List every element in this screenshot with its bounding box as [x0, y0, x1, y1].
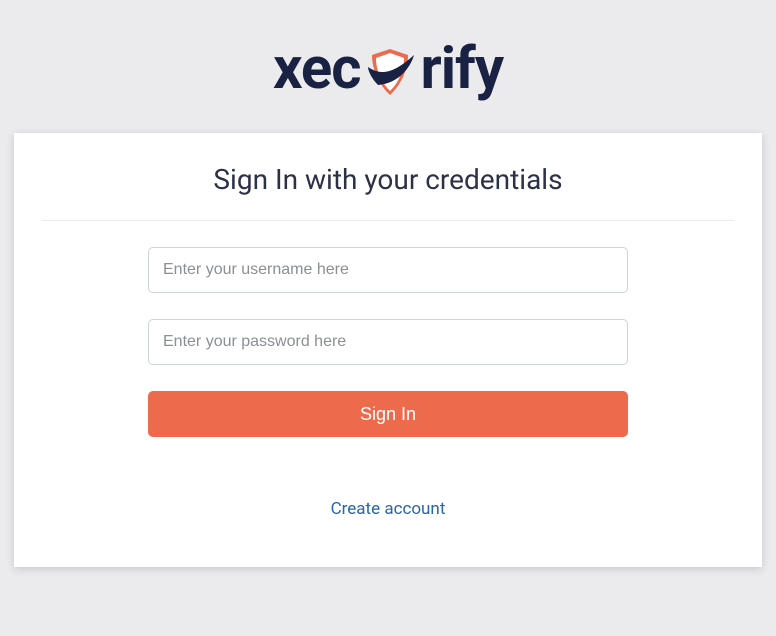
card-heading: Sign In with your credentials — [14, 133, 762, 220]
shield-check-icon — [362, 45, 418, 101]
divider — [42, 220, 734, 221]
signin-card: Sign In with your credentials Sign In Cr… — [14, 133, 762, 567]
create-account-link[interactable]: Create account — [331, 499, 446, 519]
signin-button[interactable]: Sign In — [148, 391, 628, 437]
create-account-wrap: Create account — [148, 499, 628, 519]
logo-area: xec rify — [273, 0, 503, 133]
password-input[interactable] — [148, 319, 628, 365]
brand-text-right: rify — [420, 35, 503, 103]
brand-logo: xec rify — [273, 35, 503, 103]
username-input[interactable] — [148, 247, 628, 293]
brand-text-left: xec — [273, 35, 360, 103]
page-container: xec rify Sign In with your credentials S… — [0, 0, 776, 636]
signin-form: Sign In Create account — [148, 247, 628, 519]
